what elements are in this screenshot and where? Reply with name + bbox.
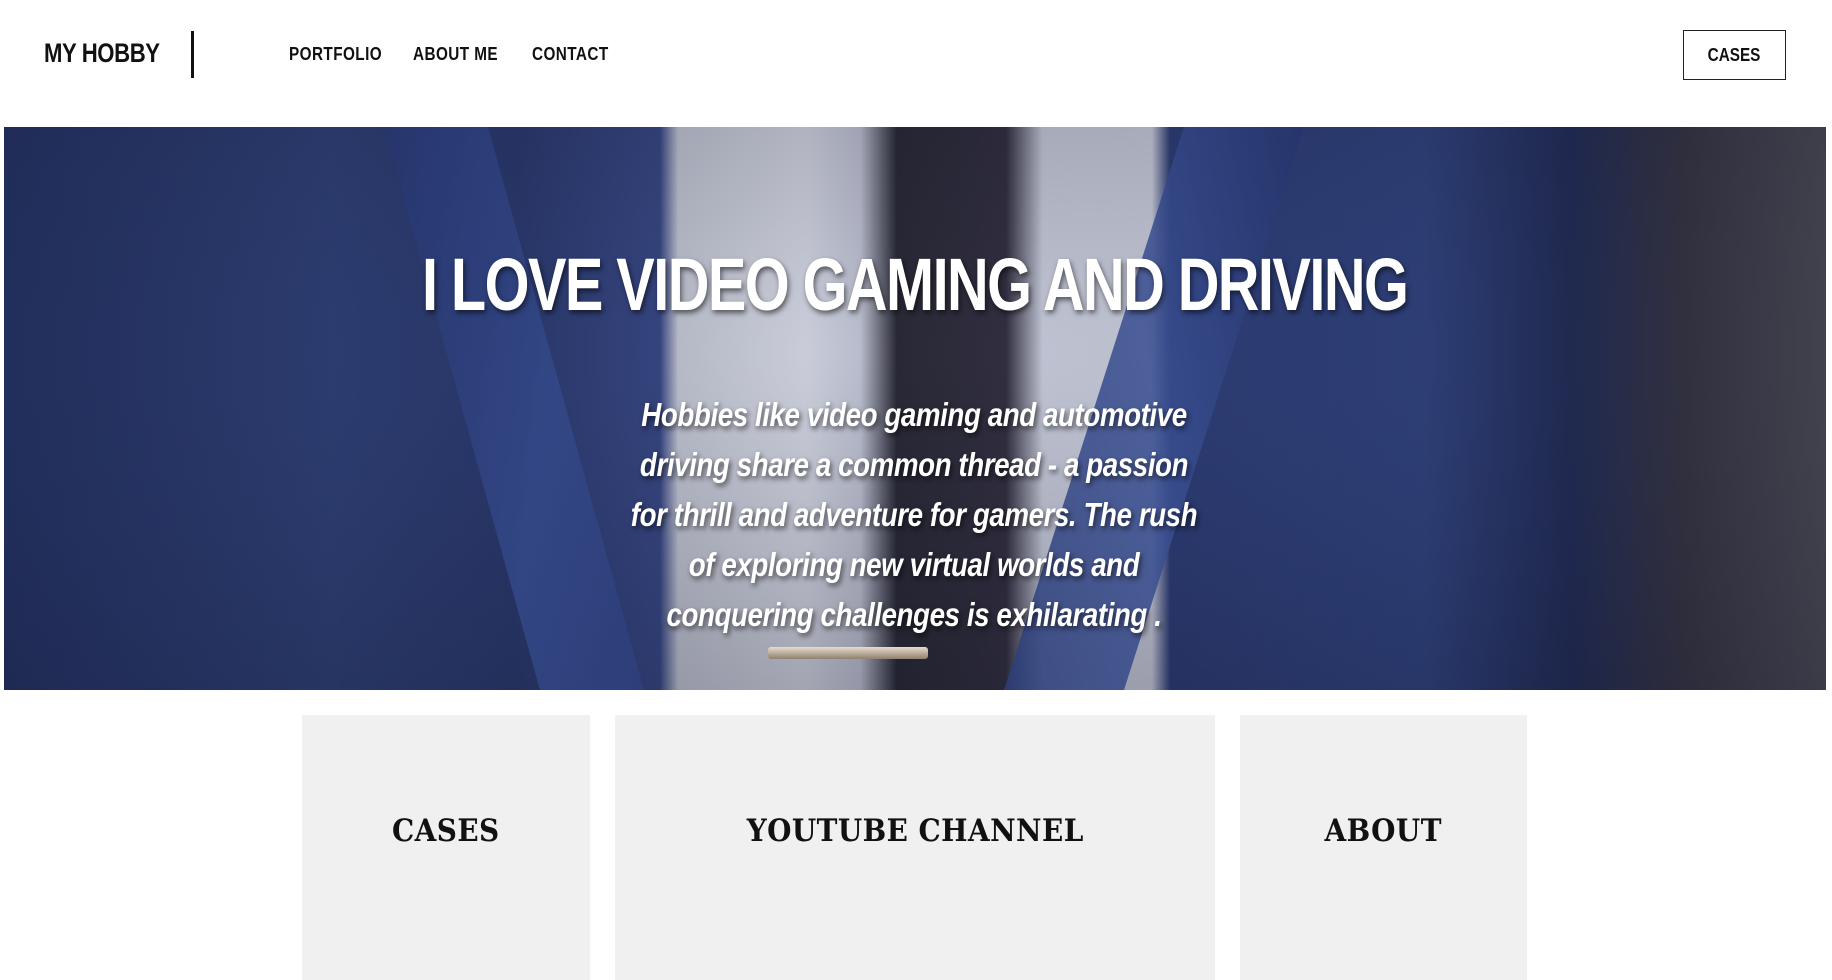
card-about-label: ABOUT (1324, 812, 1443, 849)
card-youtube-channel-label: YOUTUBE CHANNEL (746, 812, 1084, 849)
hero-bg-tie-clip (768, 647, 928, 659)
site-header: MY HOBBY PORTFOLIO ABOUT ME CONTACT CASE… (0, 0, 1832, 127)
card-about[interactable]: ABOUT (1240, 715, 1527, 980)
card-youtube-channel[interactable]: YOUTUBE CHANNEL (615, 715, 1215, 980)
site-logo[interactable]: MY HOBBY (44, 38, 160, 69)
card-cases-label: CASES (392, 812, 500, 849)
logo-divider (191, 31, 194, 78)
hero-banner: I LOVE VIDEO GAMING AND DRIVING Hobbies … (4, 127, 1826, 690)
cases-button-label: CASES (1708, 44, 1761, 65)
hero-title: I LOVE VIDEO GAMING AND DRIVING (422, 243, 1409, 326)
nav-link-portfolio[interactable]: PORTFOLIO (289, 44, 382, 65)
card-cases[interactable]: CASES (302, 715, 590, 980)
nav-link-about-me[interactable]: ABOUT ME (413, 44, 498, 65)
cases-button[interactable]: CASES (1683, 30, 1786, 80)
hero-description: Hobbies like video gaming and automotive… (630, 396, 1198, 633)
nav-link-contact[interactable]: CONTACT (532, 44, 609, 65)
